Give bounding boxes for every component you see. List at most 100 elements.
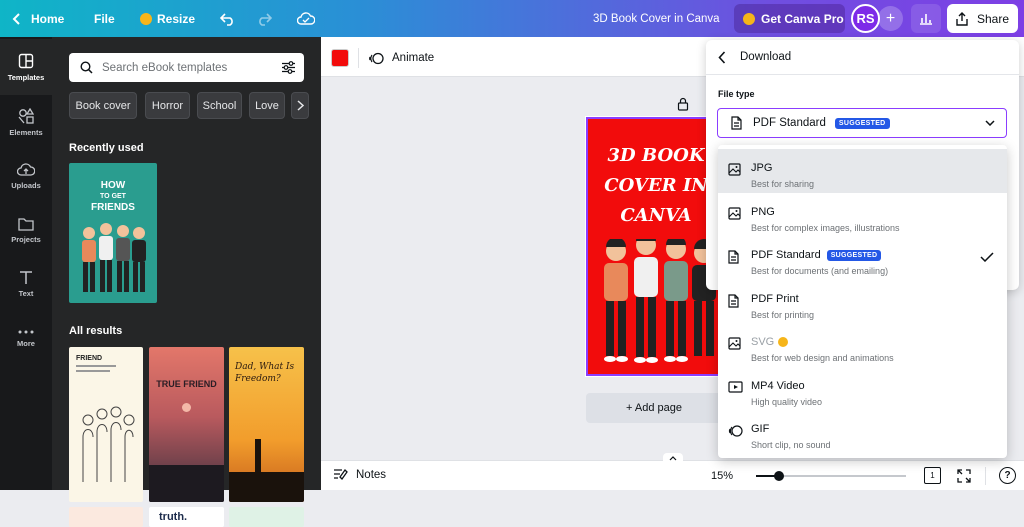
share-button[interactable]: Share	[947, 4, 1018, 33]
plus-icon: +	[885, 9, 896, 27]
file-type-option-png[interactable]: PNG Best for complex images, illustratio…	[718, 193, 1007, 237]
chip-school[interactable]: School	[197, 92, 242, 119]
recent-template-thumb[interactable]: HOW TO GET FRIENDS	[69, 163, 157, 303]
result-template-thumb[interactable]: Dad, What Is Freedom?	[229, 347, 304, 502]
rail-item-text[interactable]: Text	[0, 256, 52, 312]
book-cover-page[interactable]: 3D BOOK COVER IN CANVA	[585, 116, 723, 377]
checkmark-icon	[980, 252, 994, 262]
redo-button[interactable]	[256, 0, 272, 37]
animate-button[interactable]: Animate	[369, 48, 434, 68]
file-type-select[interactable]: PDF Standard SUGGESTED	[717, 108, 1007, 138]
get-canva-pro-button[interactable]: Get Canva Pro	[734, 4, 845, 33]
text-icon	[20, 271, 32, 284]
avatar[interactable]: RS	[851, 4, 880, 33]
thumb-text: TO GET	[100, 193, 126, 200]
result-template-thumb[interactable]	[229, 507, 304, 527]
recently-used-title: Recently used	[69, 142, 144, 154]
result-template-thumb[interactable]	[69, 507, 143, 527]
chevron-left-icon	[718, 51, 726, 64]
fullscreen-icon[interactable]	[957, 469, 971, 483]
zoom-slider[interactable]	[756, 471, 906, 481]
left-rail: Templates Elements Uploads Projects Text…	[0, 37, 52, 490]
cover-title: 3D BOOK COVER IN CANVA	[604, 145, 708, 226]
file-menu-button[interactable]: File	[94, 0, 115, 37]
page-count-button[interactable]: 1	[924, 467, 941, 484]
file-type-option-mp4[interactable]: MP4 Video High quality video	[718, 367, 1007, 411]
result-template-thumb[interactable]: truth.	[149, 507, 224, 527]
add-collaborator-button[interactable]: +	[878, 6, 903, 31]
result-template-thumb[interactable]: FRIEND	[69, 347, 143, 502]
rail-item-uploads[interactable]: Uploads	[0, 148, 52, 204]
folder-icon	[18, 217, 34, 231]
insights-button[interactable]	[911, 4, 941, 33]
document-icon	[731, 116, 742, 130]
search-input[interactable]: Search eBook templates	[102, 62, 227, 74]
rail-item-templates[interactable]: Templates	[0, 39, 52, 95]
chevron-left-icon	[12, 12, 20, 25]
chevron-right-icon	[296, 100, 304, 111]
cloud-icon	[297, 11, 315, 25]
upload-icon	[956, 11, 968, 26]
file-type-label: File type	[718, 89, 755, 99]
resize-button[interactable]: Resize	[140, 0, 195, 37]
add-page-button[interactable]: + Add page	[586, 393, 722, 423]
home-label: Home	[31, 11, 65, 26]
gif-icon	[728, 425, 743, 437]
show-pages-toggle[interactable]	[663, 453, 683, 463]
crown-icon	[140, 12, 152, 25]
image-icon	[728, 207, 741, 220]
thumb-text: HOW	[100, 180, 126, 191]
zoom-slider-handle[interactable]	[774, 471, 784, 481]
lock-icon[interactable]	[677, 97, 689, 111]
search-box[interactable]: Search eBook templates	[69, 53, 304, 82]
notes-button[interactable]: Notes	[333, 468, 386, 481]
all-results-title: All results	[69, 325, 123, 337]
result-template-thumb[interactable]: TRUE FRIEND	[149, 347, 224, 502]
chip-love[interactable]: Love	[249, 92, 285, 119]
rail-item-elements[interactable]: Elements	[0, 94, 52, 150]
filter-icon[interactable]	[281, 61, 296, 74]
document-title[interactable]: 3D Book Cover in Canva	[593, 0, 720, 37]
templates-icon	[18, 53, 34, 68]
friends-illustration	[82, 406, 135, 482]
undo-button[interactable]	[220, 0, 236, 37]
suggested-badge: SUGGESTED	[834, 117, 890, 129]
rail-item-more[interactable]: More	[0, 310, 52, 366]
resize-label: Resize	[157, 11, 196, 26]
file-type-option-pdf-standard[interactable]: PDF Standard SUGGESTED Best for documents…	[718, 236, 1007, 280]
file-type-option-svg[interactable]: SVG Best for web design and animations	[718, 323, 1007, 367]
download-title: Download	[740, 51, 792, 63]
zoom-level: 15%	[711, 470, 734, 482]
file-type-option-jpg[interactable]: JPG Best for sharing	[718, 149, 1007, 193]
cloud-save-button[interactable]	[297, 0, 315, 37]
bar-chart-icon	[920, 14, 932, 25]
crown-icon	[743, 12, 755, 25]
suggested-badge: SUGGESTED	[826, 249, 882, 261]
help-button[interactable]: ?	[999, 467, 1016, 484]
download-back-button[interactable]	[718, 51, 726, 67]
file-type-dropdown: JPG Best for sharing PNG Best for comple…	[718, 145, 1007, 458]
undo-icon	[220, 12, 233, 26]
crown-icon	[778, 337, 789, 347]
search-icon	[80, 61, 93, 74]
file-type-option-gif[interactable]: GIF Short clip, no sound	[718, 410, 1007, 454]
rail-item-projects[interactable]: Projects	[0, 202, 52, 258]
image-icon	[728, 337, 741, 350]
divider	[706, 74, 1019, 75]
help-icon: ?	[1004, 470, 1011, 481]
document-icon	[728, 250, 739, 264]
bottom-bar: Notes 15% 1 ?	[321, 453, 1024, 490]
pro-label: Get Canva Pro	[761, 11, 844, 26]
thumb-text: FRIENDS	[91, 202, 135, 213]
uploads-icon	[17, 163, 35, 176]
color-swatch[interactable]	[331, 49, 349, 67]
video-icon	[728, 381, 743, 393]
animate-icon	[369, 52, 384, 64]
chip-horror[interactable]: Horror	[145, 92, 190, 119]
chips-next-button[interactable]	[291, 92, 309, 119]
file-label: File	[94, 11, 115, 26]
chip-book-cover[interactable]: Book cover	[69, 92, 137, 119]
file-type-option-pdf-print[interactable]: PDF Print Best for printing	[718, 280, 1007, 324]
document-icon	[728, 294, 739, 308]
home-button[interactable]: Home	[12, 0, 64, 37]
